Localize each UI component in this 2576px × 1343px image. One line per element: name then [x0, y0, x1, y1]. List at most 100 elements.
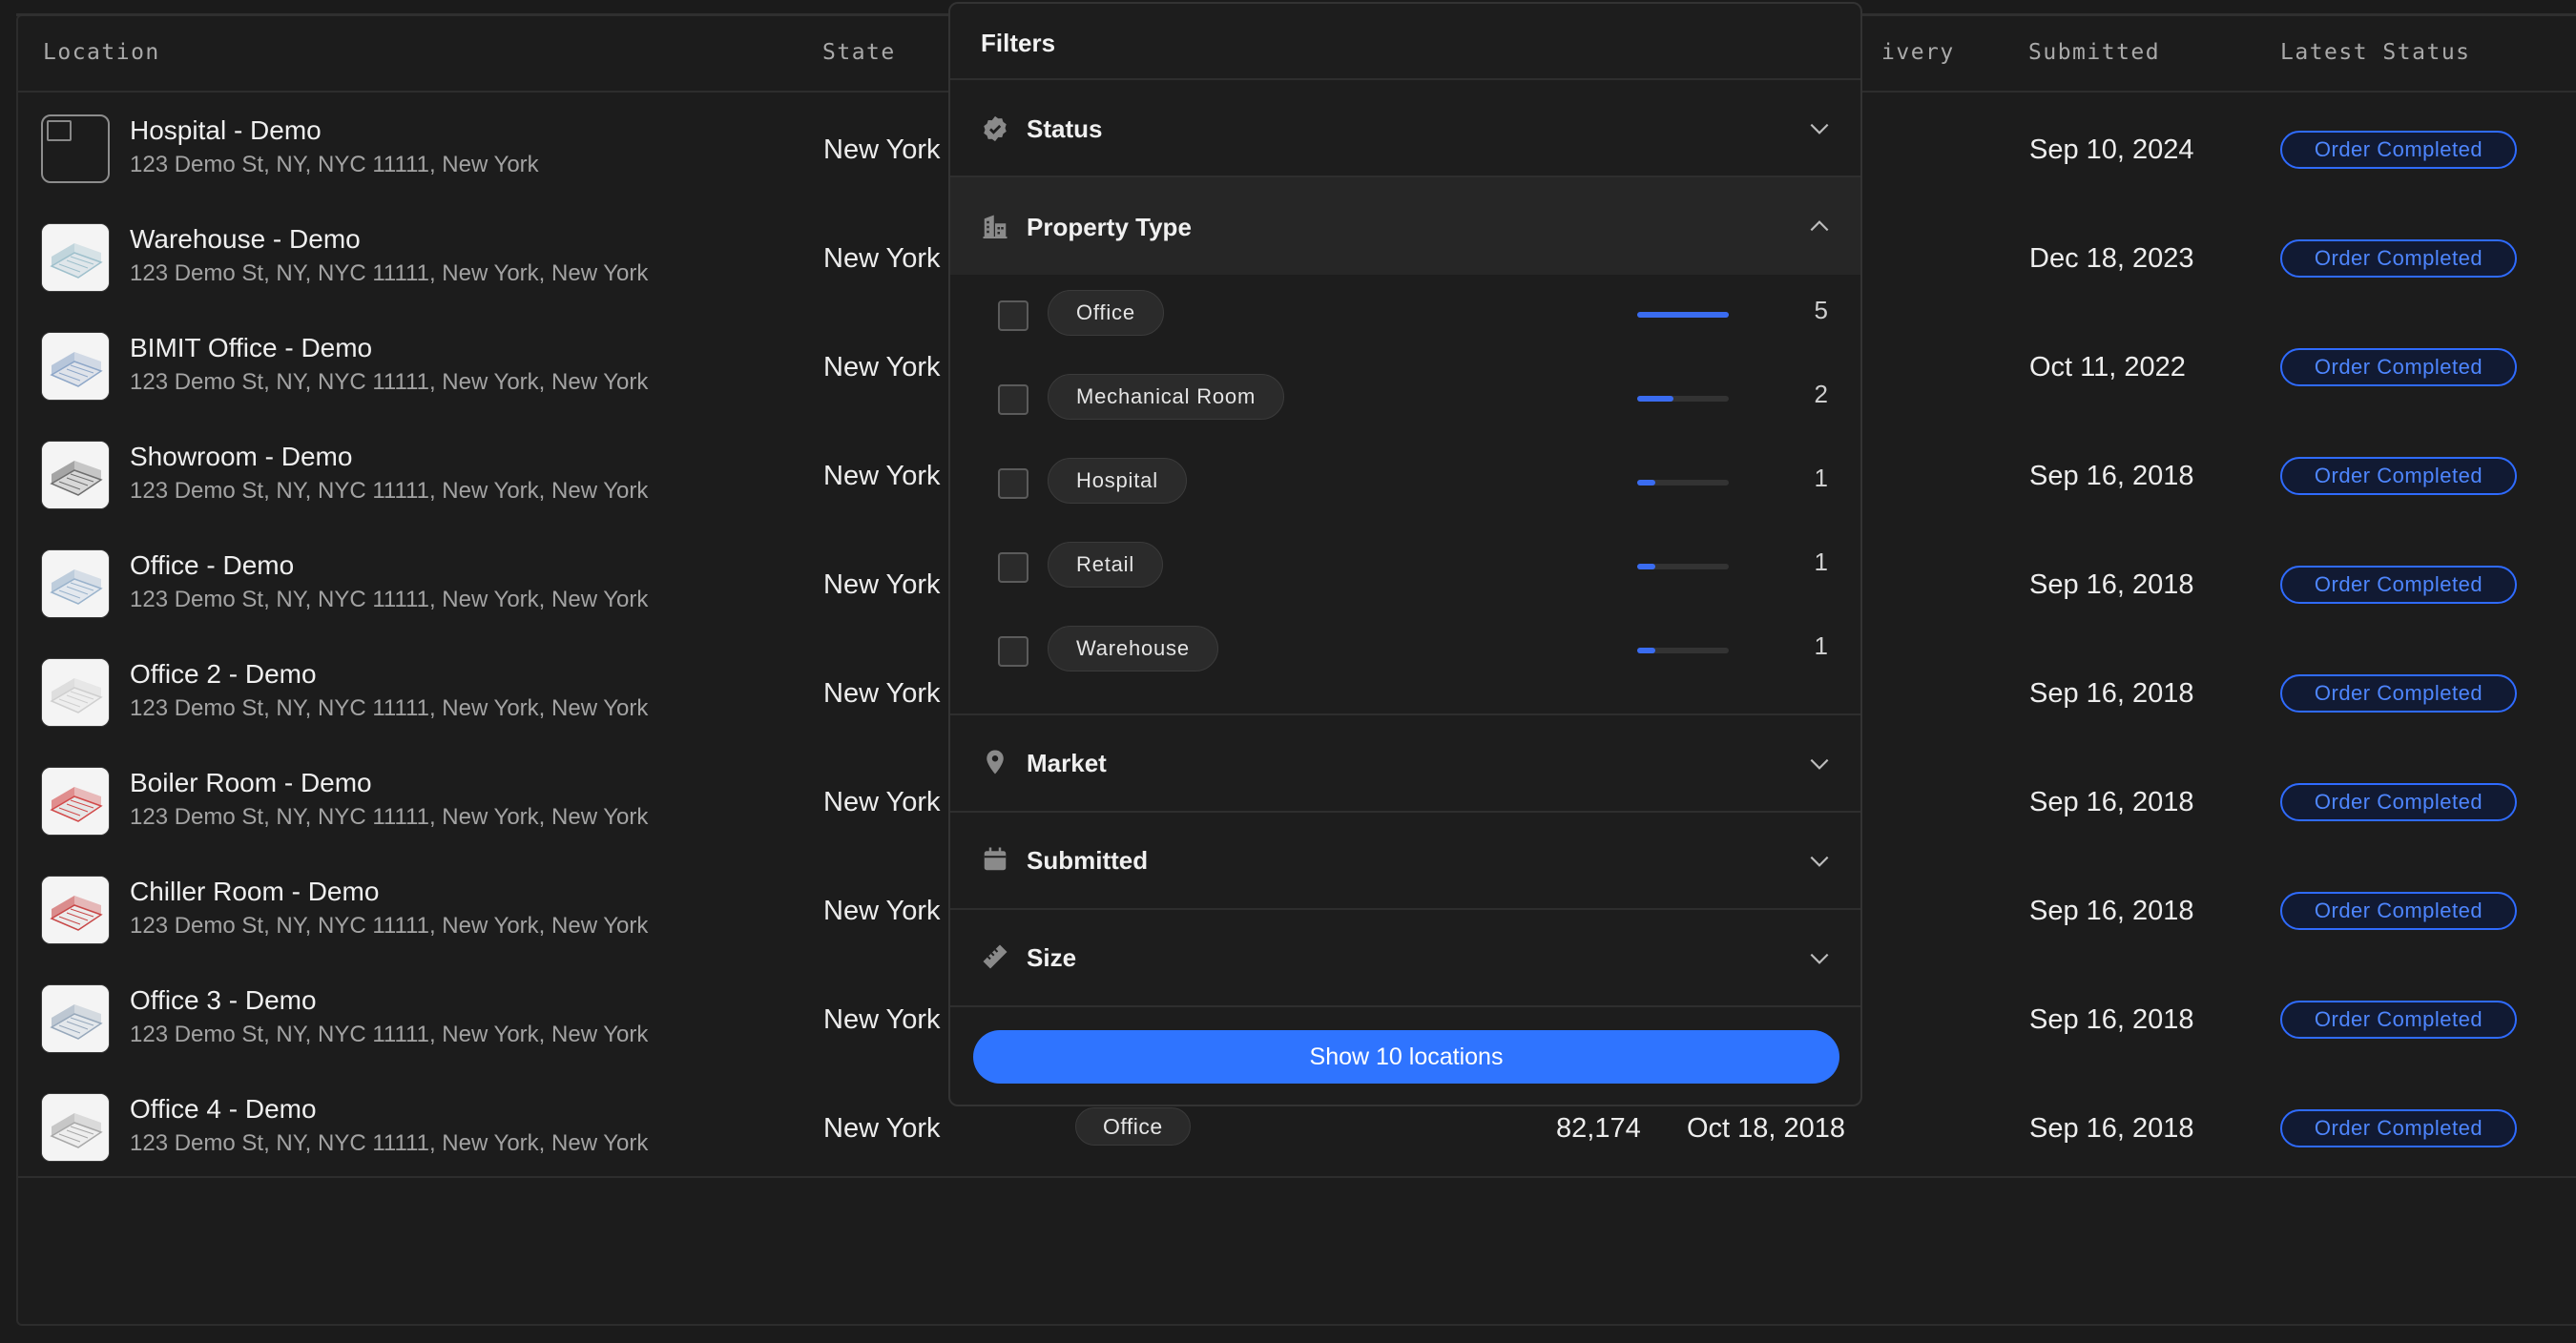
location-address: 123 Demo St, NY, NYC 11111, New York, Ne… — [130, 804, 649, 830]
column-header-submitted[interactable]: Submitted — [2028, 40, 2160, 65]
location-name[interactable]: Office 4 - Demo — [130, 1094, 317, 1125]
option-label-pill[interactable]: Hospital — [1048, 458, 1187, 504]
location-address: 123 Demo St, NY, NYC 11111, New York, Ne… — [130, 369, 649, 395]
status-badge[interactable]: Order Completed — [2280, 1109, 2517, 1147]
option-count: 1 — [1814, 548, 1828, 576]
option-count: 2 — [1814, 380, 1828, 408]
location-address: 123 Demo St, NY, NYC 11111, New York, Ne… — [130, 587, 649, 612]
location-name[interactable]: Showroom - Demo — [130, 442, 352, 472]
chevron-down-icon[interactable] — [1807, 752, 1832, 776]
filter-section-size[interactable]: Size — [950, 908, 1860, 1005]
property-type-option[interactable]: Mechanical Room 2 — [950, 359, 1860, 443]
status-badge[interactable]: Order Completed — [2280, 566, 2517, 604]
location-address: 123 Demo St, NY, NYC 11111, New York, Ne… — [130, 260, 649, 286]
location-thumbnail — [41, 984, 110, 1053]
filter-section-status[interactable]: Status — [950, 78, 1860, 176]
chevron-down-icon[interactable] — [1807, 849, 1832, 874]
status-badge[interactable]: Order Completed — [2280, 457, 2517, 495]
property-type-pill: Office — [1075, 1107, 1191, 1146]
option-checkbox[interactable] — [998, 552, 1028, 583]
state-cell: New York — [823, 461, 941, 491]
option-checkbox[interactable] — [998, 468, 1028, 499]
option-checkbox[interactable] — [998, 300, 1028, 331]
column-header-latest-status[interactable]: Latest Status — [2280, 40, 2471, 65]
option-checkbox[interactable] — [998, 384, 1028, 415]
location-name[interactable]: Boiler Room - Demo — [130, 768, 372, 798]
option-count-bar-fill — [1637, 312, 1729, 318]
option-count-bar — [1637, 564, 1729, 569]
status-badge[interactable]: Order Completed — [2280, 892, 2517, 930]
status-badge[interactable]: Order Completed — [2280, 674, 2517, 713]
state-cell: New York — [823, 243, 941, 274]
property-type-option[interactable]: Office 5 — [950, 275, 1860, 359]
filter-section-property-type[interactable]: Property Type — [950, 176, 1860, 275]
location-name[interactable]: Office 3 - Demo — [130, 985, 317, 1016]
location-thumbnail — [41, 549, 110, 618]
submitted-cell: Oct 11, 2022 — [2029, 352, 2186, 382]
option-label-pill[interactable]: Mechanical Room — [1048, 374, 1285, 420]
chevron-down-icon[interactable] — [1807, 116, 1832, 141]
building-icon — [983, 215, 1008, 238]
status-badge[interactable]: Order Completed — [2280, 131, 2517, 169]
option-count-bar-fill — [1637, 648, 1655, 653]
state-cell: New York — [823, 1004, 941, 1035]
location-thumbnail — [41, 767, 110, 836]
submitted-cell: Sep 16, 2018 — [2029, 461, 2194, 491]
column-header-location[interactable]: Location — [43, 40, 160, 65]
option-count-bar-fill — [1637, 480, 1655, 486]
column-header-state[interactable]: State — [822, 40, 896, 65]
location-name[interactable]: Hospital - Demo — [130, 115, 322, 146]
location-name[interactable]: BIMIT Office - Demo — [130, 333, 372, 363]
filter-section-status-label: Status — [1027, 114, 1103, 143]
property-type-option[interactable]: Hospital 1 — [950, 443, 1860, 527]
chevron-up-icon[interactable] — [1807, 214, 1832, 238]
property-type-option[interactable]: Retail 1 — [950, 527, 1860, 610]
location-name[interactable]: Chiller Room - Demo — [130, 877, 379, 907]
status-badge[interactable]: Order Completed — [2280, 1001, 2517, 1039]
ruler-icon — [983, 944, 1008, 969]
location-address: 123 Demo St, NY, NYC 11111, New York — [130, 152, 539, 177]
option-count-bar — [1637, 480, 1729, 486]
filter-section-property-type-label: Property Type — [1027, 213, 1192, 241]
status-badge[interactable]: Order Completed — [2280, 348, 2517, 386]
location-thumbnail — [41, 441, 110, 509]
option-label-pill[interactable]: Retail — [1048, 542, 1164, 588]
app-root: Location State ivery Submitted Latest St… — [0, 0, 2576, 1343]
option-count: 1 — [1814, 464, 1828, 492]
filter-section-submitted-label: Submitted — [1027, 846, 1149, 875]
option-count-bar — [1637, 312, 1729, 318]
option-count-bar — [1637, 396, 1729, 402]
option-count-bar-fill — [1637, 396, 1673, 402]
filter-section-submitted[interactable]: Submitted — [950, 811, 1860, 908]
state-cell: New York — [823, 569, 941, 600]
filter-section-market[interactable]: Market — [950, 713, 1860, 811]
location-address: 123 Demo St, NY, NYC 11111, New York, Ne… — [130, 478, 649, 504]
submitted-cell: Sep 16, 2018 — [2029, 1004, 2194, 1035]
filters-footer-divider — [950, 1005, 1860, 1007]
option-checkbox[interactable] — [998, 636, 1028, 667]
location-thumbnail — [41, 114, 110, 183]
submitted-cell: Sep 16, 2018 — [2029, 1113, 2194, 1144]
submitted-cell: Sep 10, 2024 — [2029, 134, 2194, 165]
verified-badge-icon — [984, 115, 1007, 142]
location-thumbnail — [41, 1093, 110, 1162]
option-label-pill[interactable]: Warehouse — [1048, 626, 1218, 672]
property-type-option[interactable]: Warehouse 1 — [950, 610, 1860, 694]
chevron-down-icon[interactable] — [1807, 946, 1832, 971]
submitted-cell: Sep 16, 2018 — [2029, 787, 2194, 817]
filter-section-market-label: Market — [1027, 749, 1107, 777]
location-name[interactable]: Office - Demo — [130, 550, 294, 581]
status-badge[interactable]: Order Completed — [2280, 783, 2517, 821]
option-count-bar — [1637, 648, 1729, 653]
column-header-delivery[interactable]: ivery — [1881, 40, 1955, 65]
location-name[interactable]: Warehouse - Demo — [130, 224, 361, 255]
filters-title: Filters — [981, 29, 1056, 57]
location-thumbnail — [41, 876, 110, 944]
status-badge[interactable]: Order Completed — [2280, 239, 2517, 278]
show-locations-button[interactable]: Show 10 locations — [973, 1030, 1839, 1084]
location-name[interactable]: Office 2 - Demo — [130, 659, 317, 690]
option-label-pill[interactable]: Office — [1048, 290, 1164, 336]
submitted-cell: Sep 16, 2018 — [2029, 569, 2194, 600]
option-count: 1 — [1814, 631, 1828, 660]
submitted-cell: Dec 18, 2023 — [2029, 243, 2194, 274]
